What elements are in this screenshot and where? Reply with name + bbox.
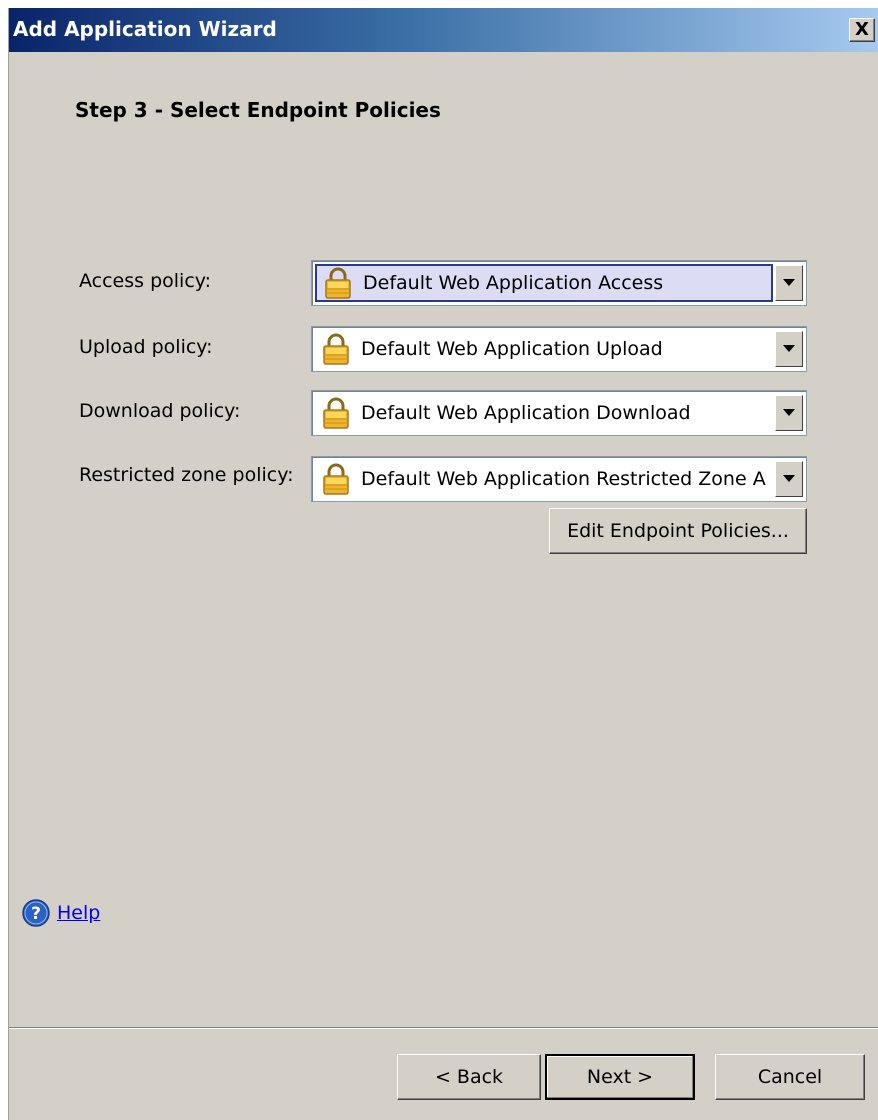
- cancel-button[interactable]: Cancel: [715, 1054, 865, 1100]
- upload-policy-select[interactable]: Default Web Application Upload: [311, 326, 807, 372]
- help-icon[interactable]: ?: [21, 898, 51, 928]
- step-title: Step 3 - Select Endpoint Policies: [75, 98, 441, 122]
- download-policy-selected: Default Web Application Download: [315, 394, 773, 432]
- access-policy-select[interactable]: Default Web Application Access: [311, 260, 807, 306]
- download-policy-select[interactable]: Default Web Application Download: [311, 390, 807, 436]
- window-title: Add Application Wizard: [13, 17, 277, 41]
- lock-icon: [323, 397, 349, 429]
- access-policy-label: Access policy:: [79, 270, 212, 292]
- restricted-zone-policy-dropdown-button[interactable]: [775, 461, 803, 497]
- footer-divider: [9, 1027, 878, 1029]
- close-icon: X: [855, 19, 869, 40]
- download-policy-label: Download policy:: [79, 400, 241, 422]
- restricted-zone-policy-value: Default Web Application Restricted Zone …: [361, 468, 766, 490]
- svg-text:?: ?: [31, 904, 41, 924]
- lock-icon: [323, 333, 349, 365]
- download-policy-value: Default Web Application Download: [361, 402, 691, 424]
- chevron-down-icon: [783, 279, 795, 286]
- upload-policy-value: Default Web Application Upload: [361, 338, 663, 360]
- wizard-window: Add Application Wizard X Step 3 - Select…: [8, 8, 878, 1120]
- chevron-down-icon: [783, 475, 795, 482]
- close-button[interactable]: X: [849, 18, 875, 42]
- access-policy-dropdown-button[interactable]: [775, 265, 803, 301]
- upload-policy-dropdown-button[interactable]: [775, 331, 803, 367]
- next-button[interactable]: Next >: [545, 1054, 695, 1100]
- title-bar[interactable]: Add Application Wizard X: [9, 8, 878, 52]
- upload-policy-selected: Default Web Application Upload: [315, 330, 773, 368]
- access-policy-value: Default Web Application Access: [363, 272, 664, 294]
- help-area: ? Help: [21, 898, 100, 928]
- edit-endpoint-policies-button[interactable]: Edit Endpoint Policies...: [549, 508, 807, 554]
- restricted-zone-policy-label: Restricted zone policy:: [79, 464, 294, 486]
- back-button[interactable]: < Back: [397, 1054, 541, 1100]
- chevron-down-icon: [783, 345, 795, 352]
- upload-policy-label: Upload policy:: [79, 336, 213, 358]
- help-link[interactable]: Help: [57, 902, 100, 924]
- restricted-zone-policy-selected: Default Web Application Restricted Zone …: [315, 460, 773, 498]
- download-policy-dropdown-button[interactable]: [775, 395, 803, 431]
- lock-icon: [325, 267, 351, 299]
- chevron-down-icon: [783, 409, 795, 416]
- lock-icon: [323, 463, 349, 495]
- access-policy-selected: Default Web Application Access: [315, 264, 773, 302]
- restricted-zone-policy-select[interactable]: Default Web Application Restricted Zone …: [311, 456, 807, 502]
